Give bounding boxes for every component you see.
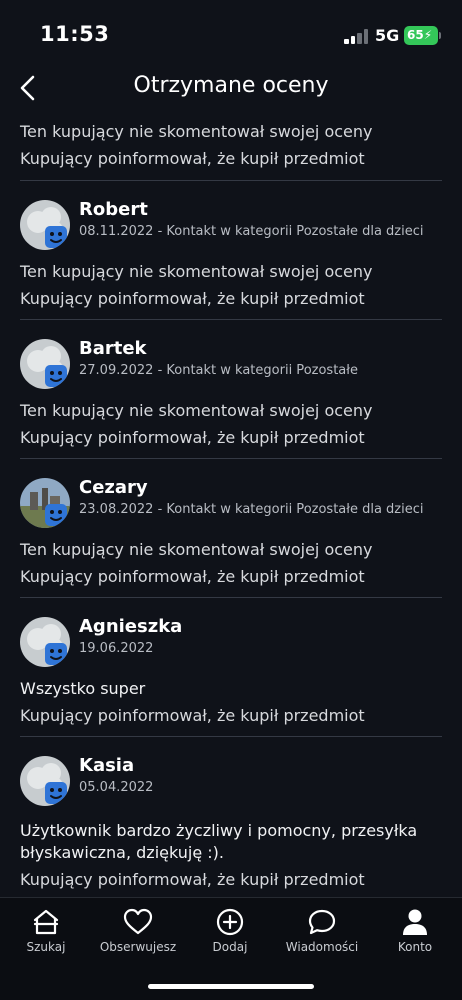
avatar: [20, 339, 70, 389]
reviews-list[interactable]: Ten kupujący nie skomentował swojej ocen…: [0, 110, 462, 897]
default-avatar-icon: [20, 617, 70, 667]
avatar: [20, 617, 70, 667]
default-avatar-icon: [20, 756, 70, 806]
divider: [20, 180, 442, 181]
review-comment: Ten kupujący nie skomentował swojej ocen…: [20, 262, 373, 281]
tab-wiadomosci[interactable]: Wiadomości: [276, 906, 368, 966]
home-icon: [33, 909, 59, 935]
review-purchase-note: Kupujący poinformował, że kupił przedmio…: [20, 567, 365, 586]
battery-icon: 65⚡: [404, 26, 438, 45]
review-comment: Ten kupujący nie skomentował swojej ocen…: [20, 540, 373, 559]
avatar: [20, 478, 70, 528]
review-meta: 05.04.2022: [79, 780, 154, 795]
review-comment-line: błyskawiczna, dziękuję :).: [20, 843, 224, 862]
status-time: 11:53: [40, 22, 110, 46]
tab-label: Wiadomości: [285, 940, 359, 954]
home-indicator: [148, 984, 314, 989]
review-purchase-note: Kupujący poinformował, że kupił przedmio…: [20, 870, 365, 889]
default-avatar-icon: [20, 339, 70, 389]
reviewer-name[interactable]: Bartek: [79, 338, 147, 359]
default-avatar-icon: [20, 200, 70, 250]
review-meta: 19.06.2022: [79, 641, 154, 656]
tab-label: Obserwujesz: [99, 940, 177, 954]
tab-label: Dodaj: [212, 940, 248, 954]
review-comment: Wszystko super: [20, 679, 146, 698]
person-icon: [403, 909, 427, 935]
battery-tip: [439, 32, 441, 39]
divider: [20, 319, 442, 320]
chat-bubble-icon: [308, 909, 336, 935]
tab-dodaj[interactable]: Dodaj: [184, 906, 276, 966]
review-purchase-note: Kupujący poinformował, że kupił przedmio…: [20, 706, 365, 725]
review-comment: Ten kupujący nie skomentował swojej ocen…: [20, 122, 373, 141]
plus-circle-icon: [216, 908, 244, 936]
review-purchase-note: Kupujący poinformował, że kupił przedmio…: [20, 289, 365, 308]
network-type: 5G: [375, 26, 400, 45]
page-title: Otrzymane oceny: [133, 73, 329, 98]
review-meta: 27.09.2022 - Kontakt w kategorii Pozosta…: [79, 363, 358, 378]
review-meta: 23.08.2022 - Kontakt w kategorii Pozosta…: [79, 502, 424, 517]
avatar: [20, 200, 70, 250]
divider: [20, 458, 442, 459]
tab-label: Szukaj: [26, 940, 66, 954]
avatar: [20, 756, 70, 806]
review-purchase-note: Kupujący poinformował, że kupił przedmio…: [20, 428, 365, 447]
reviewer-name[interactable]: Cezary: [79, 477, 148, 498]
tab-szukaj[interactable]: Szukaj: [0, 906, 92, 966]
tab-konto[interactable]: Konto: [369, 906, 461, 966]
battery-level: 65: [407, 28, 424, 42]
tab-label: Konto: [397, 940, 433, 954]
heart-icon: [123, 908, 153, 935]
divider: [20, 736, 442, 737]
reviewer-name[interactable]: Agnieszka: [79, 616, 182, 637]
status-bar: 11:53 5G 65⚡: [0, 0, 462, 70]
review-comment: Ten kupujący nie skomentował swojej ocen…: [20, 401, 373, 420]
signal-icon: [344, 29, 370, 44]
review-comment-line: Użytkownik bardzo życzliwy i pomocny, pr…: [20, 821, 418, 840]
tab-obserwujesz[interactable]: Obserwujesz: [92, 906, 184, 966]
photo-avatar-icon: [20, 478, 70, 528]
divider: [20, 597, 442, 598]
review-meta: 08.11.2022 - Kontakt w kategorii Pozosta…: [79, 224, 424, 239]
reviewer-name[interactable]: Robert: [79, 199, 148, 220]
review-purchase-note: Kupujący poinformował, że kupił przedmio…: [20, 149, 365, 168]
reviewer-name[interactable]: Kasia: [79, 755, 134, 776]
